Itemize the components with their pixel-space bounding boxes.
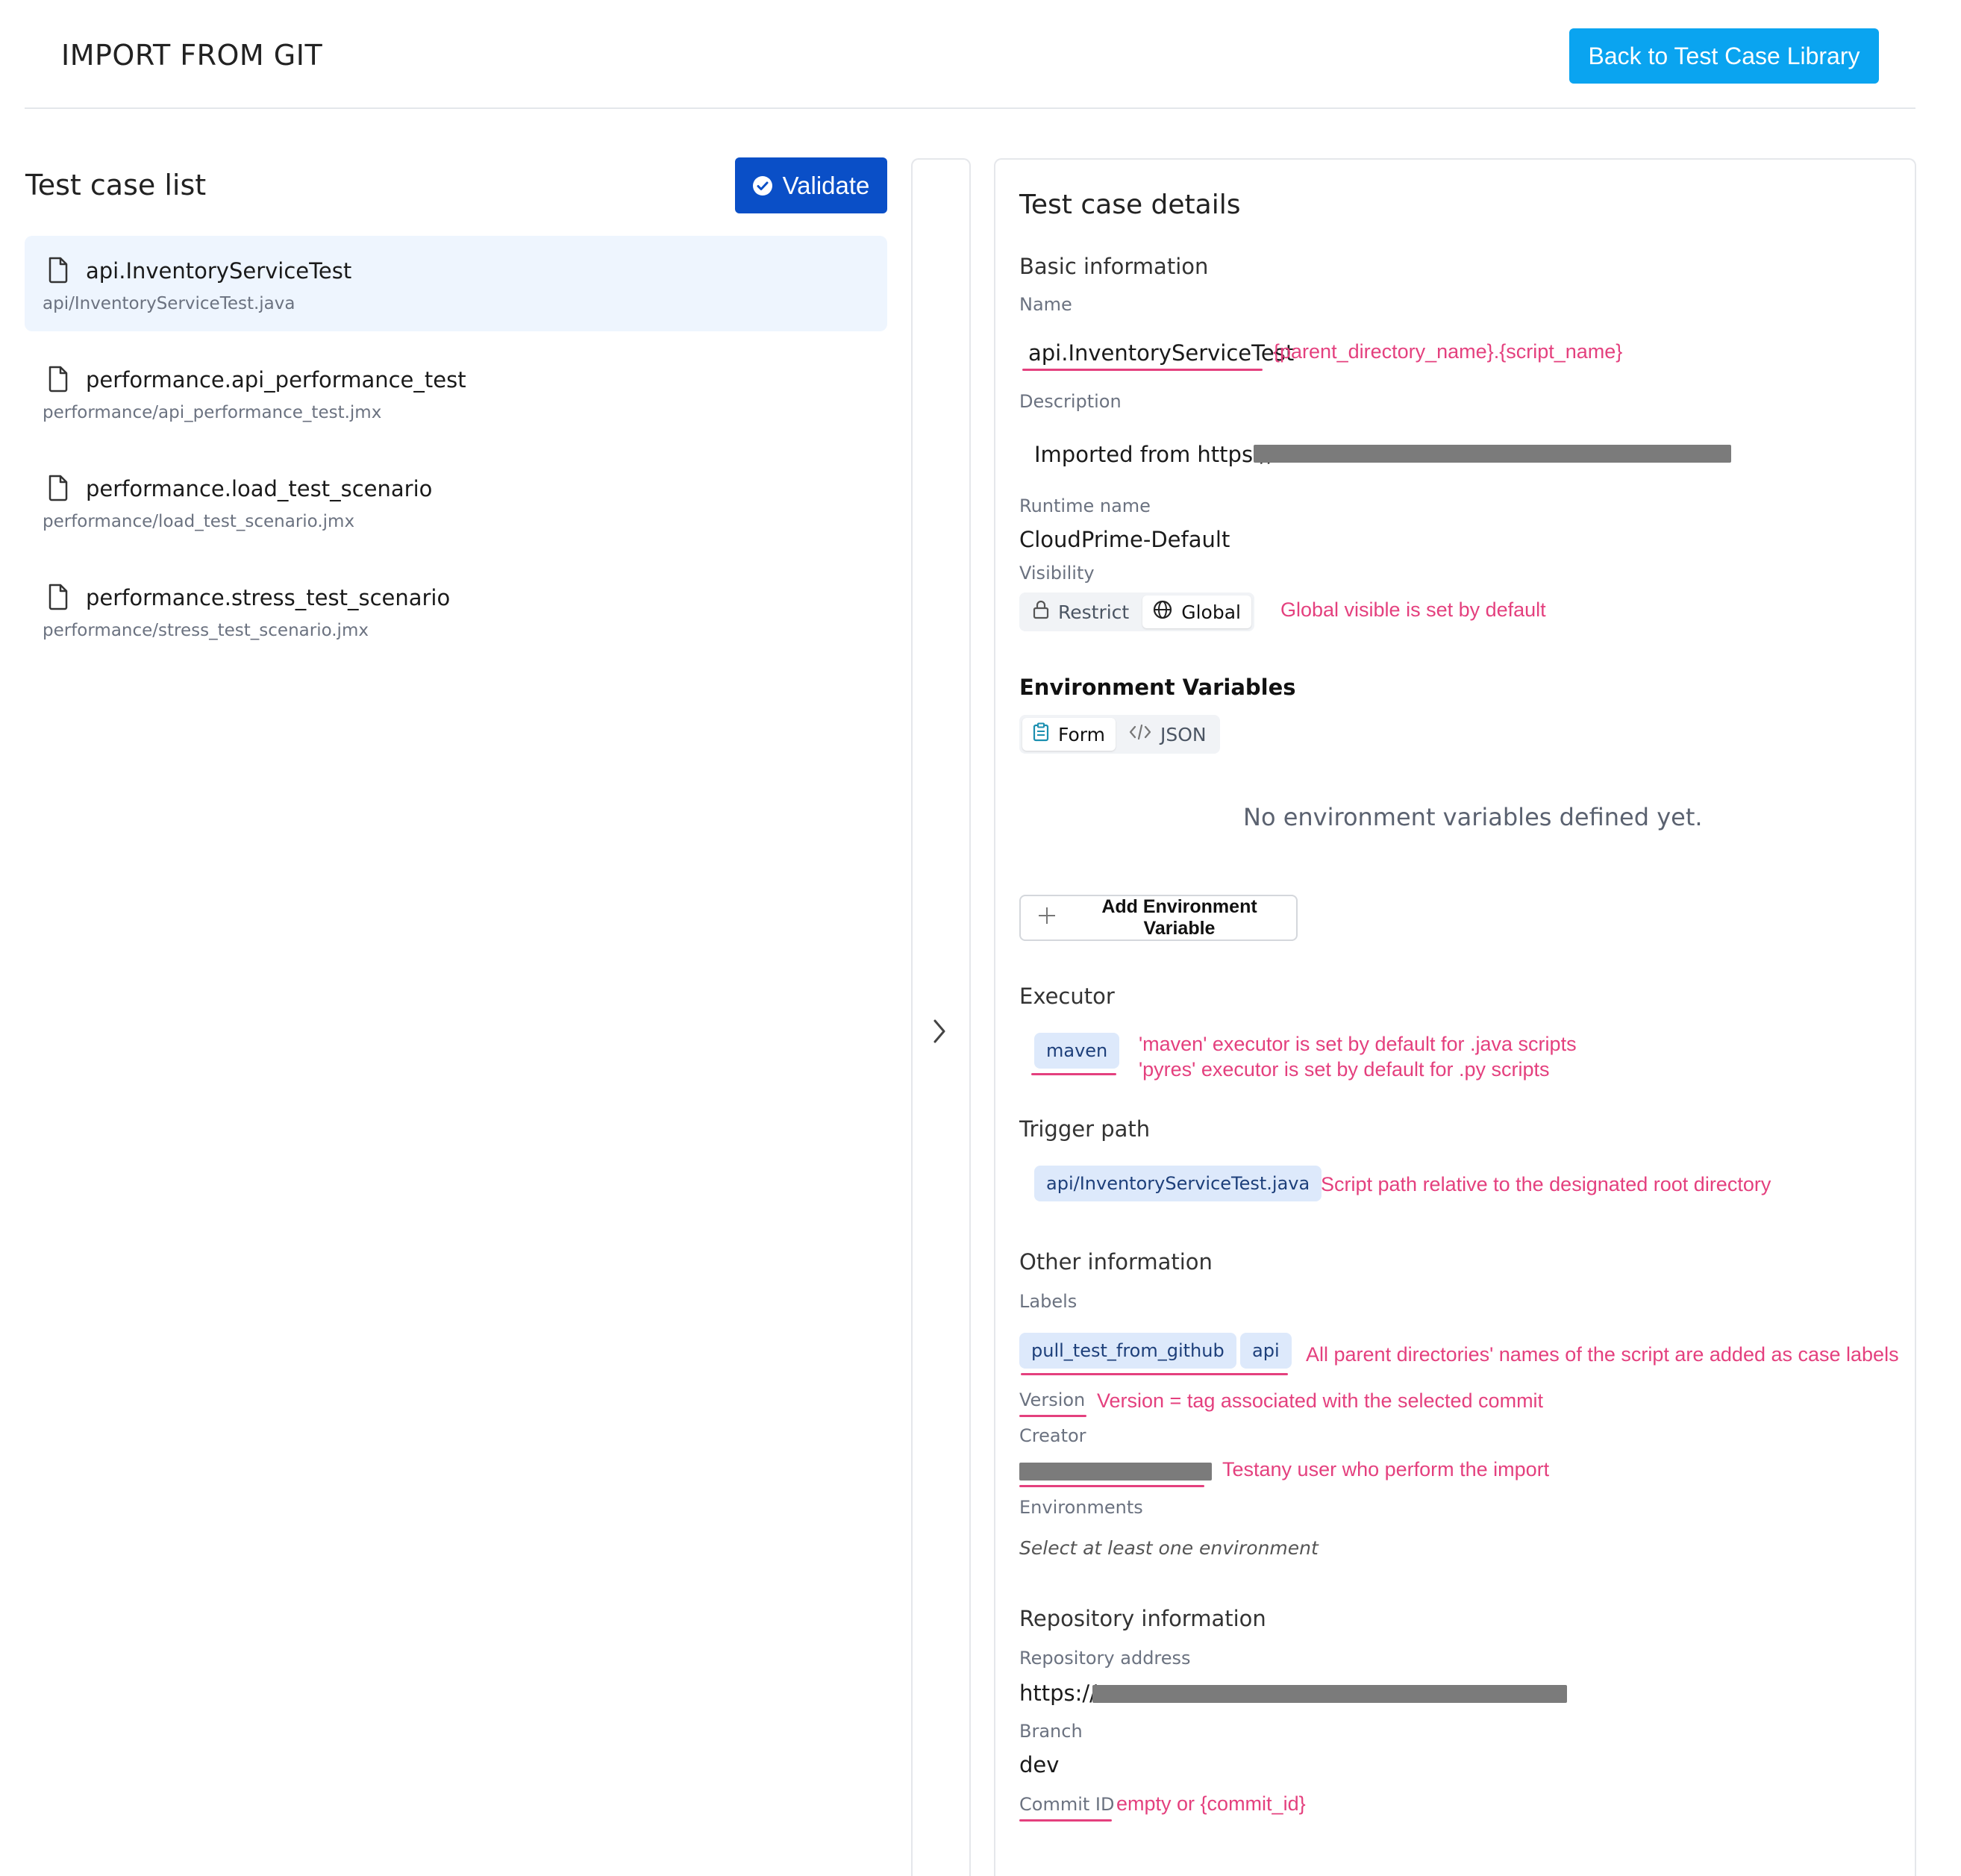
check-circle-icon bbox=[752, 175, 772, 196]
trigger-path-title: Trigger path bbox=[1019, 1116, 1151, 1142]
env-empty-message: No environment variables defined yet. bbox=[1243, 803, 1703, 831]
add-env-label: Add Environment Variable bbox=[1101, 896, 1257, 939]
test-case-path: api/InventoryServiceTest.java bbox=[43, 294, 295, 313]
test-case-path: performance/api_performance_test.jmx bbox=[43, 403, 382, 422]
validate-button[interactable]: Validate bbox=[735, 157, 887, 213]
runtime-name-value: CloudPrime-Default bbox=[1019, 527, 1230, 552]
repo-address-label: Repository address bbox=[1019, 1648, 1191, 1669]
global-label: Global bbox=[1181, 601, 1241, 623]
name-label: Name bbox=[1019, 294, 1072, 315]
annotation-underline bbox=[1021, 1373, 1288, 1375]
repo-info-title: Repository information bbox=[1019, 1606, 1266, 1631]
validate-label: Validate bbox=[782, 171, 870, 199]
label-chip: pull_test_from_github bbox=[1019, 1333, 1236, 1369]
annotation-version: Version = tag associated with the select… bbox=[1097, 1389, 1544, 1412]
json-label: JSON bbox=[1160, 723, 1207, 745]
test-case-name: performance.load_test_scenario bbox=[86, 476, 433, 501]
form-label: Form bbox=[1058, 723, 1105, 745]
header-divider bbox=[25, 107, 1915, 109]
version-label: Version bbox=[1019, 1389, 1086, 1410]
clipboard-icon bbox=[1033, 722, 1049, 746]
creator-label: Creator bbox=[1019, 1425, 1086, 1446]
file-icon bbox=[47, 257, 69, 287]
description-field[interactable]: Imported from https:// bbox=[1034, 442, 1275, 467]
test-case-name: performance.api_performance_test bbox=[86, 367, 466, 393]
env-mode-json-option[interactable]: JSON bbox=[1119, 718, 1217, 751]
annotation-commit: empty or {commit_id} bbox=[1116, 1792, 1306, 1815]
visibility-global-option[interactable]: Global bbox=[1142, 595, 1251, 628]
executor-title: Executor bbox=[1019, 984, 1115, 1009]
annotation-labels: All parent directories' names of the scr… bbox=[1306, 1343, 1899, 1366]
page-title: IMPORT FROM GIT bbox=[61, 39, 323, 72]
branch-value: dev bbox=[1019, 1752, 1060, 1777]
details-title: Test case details bbox=[1019, 190, 1241, 220]
add-env-variable-button[interactable]: Add Environment Variable bbox=[1019, 895, 1298, 941]
trigger-path-chip: api/InventoryServiceTest.java bbox=[1034, 1166, 1322, 1201]
labels-label: Labels bbox=[1019, 1291, 1078, 1312]
executor-chip: maven bbox=[1034, 1033, 1120, 1069]
test-case-name: performance.stress_test_scenario bbox=[86, 585, 451, 610]
annotation-creator: Testany user who perform the import bbox=[1222, 1458, 1550, 1481]
code-icon bbox=[1129, 723, 1151, 745]
annotation-underline bbox=[1019, 1819, 1112, 1822]
file-icon bbox=[47, 584, 69, 613]
annotation-underline bbox=[1019, 1485, 1204, 1487]
globe-icon bbox=[1153, 600, 1172, 624]
basic-info-title: Basic information bbox=[1019, 254, 1209, 279]
test-case-path: performance/load_test_scenario.jmx bbox=[43, 512, 355, 531]
lock-icon bbox=[1033, 600, 1049, 624]
test-case-name: api.InventoryServiceTest bbox=[86, 258, 352, 284]
redacted-creator bbox=[1019, 1463, 1212, 1481]
restrict-label: Restrict bbox=[1058, 601, 1130, 623]
env-mode-toggle: Form JSON bbox=[1019, 715, 1220, 754]
test-case-item[interactable]: performance.load_test_scenario performan… bbox=[25, 454, 887, 549]
visibility-label: Visibility bbox=[1019, 563, 1095, 584]
annotation-underline bbox=[1019, 1415, 1086, 1417]
label-chip: api bbox=[1240, 1333, 1292, 1369]
annotation-name-format: {parent_directory_name}.{script_name} bbox=[1273, 340, 1623, 363]
annotation-underline bbox=[1031, 1073, 1116, 1075]
test-case-item[interactable]: performance.stress_test_scenario perform… bbox=[25, 563, 887, 658]
test-case-path: performance/stress_test_scenario.jmx bbox=[43, 621, 369, 640]
redacted-text bbox=[1254, 445, 1731, 463]
annotation-executor-py: 'pyres' executor is set by default for .… bbox=[1139, 1058, 1550, 1081]
environments-label: Environments bbox=[1019, 1497, 1143, 1518]
visibility-restrict-option[interactable]: Restrict bbox=[1022, 595, 1139, 628]
annotation-underline bbox=[1022, 369, 1263, 371]
commit-id-label: Commit ID bbox=[1019, 1794, 1115, 1815]
env-vars-title: Environment Variables bbox=[1019, 675, 1296, 700]
other-info-title: Other information bbox=[1019, 1249, 1213, 1275]
annotation-visibility: Global visible is set by default bbox=[1280, 598, 1546, 621]
visibility-toggle: Restrict Global bbox=[1019, 592, 1254, 631]
name-field[interactable]: api.InventoryServiceTest bbox=[1028, 340, 1294, 366]
environments-select[interactable]: Select at least one environment bbox=[1019, 1537, 1319, 1559]
file-icon bbox=[47, 475, 69, 504]
file-icon bbox=[47, 366, 69, 395]
runtime-name-label: Runtime name bbox=[1019, 495, 1151, 516]
branch-label: Branch bbox=[1019, 1721, 1083, 1742]
back-to-library-button[interactable]: Back to Test Case Library bbox=[1569, 28, 1879, 84]
test-case-list-title: Test case list bbox=[25, 169, 207, 201]
description-label: Description bbox=[1019, 391, 1122, 412]
annotation-trigger: Script path relative to the designated r… bbox=[1321, 1173, 1771, 1195]
test-case-item[interactable]: api.InventoryServiceTest api/InventorySe… bbox=[25, 236, 887, 331]
annotation-executor-java: 'maven' executor is set by default for .… bbox=[1139, 1033, 1577, 1055]
test-case-item[interactable]: performance.api_performance_test perform… bbox=[25, 345, 887, 440]
redacted-url bbox=[1092, 1685, 1567, 1703]
chevron-right-icon[interactable] bbox=[930, 1017, 949, 1048]
repo-address-value: https:// bbox=[1019, 1680, 1097, 1706]
plus-icon bbox=[1037, 906, 1057, 931]
env-mode-form-option[interactable]: Form bbox=[1022, 718, 1116, 751]
